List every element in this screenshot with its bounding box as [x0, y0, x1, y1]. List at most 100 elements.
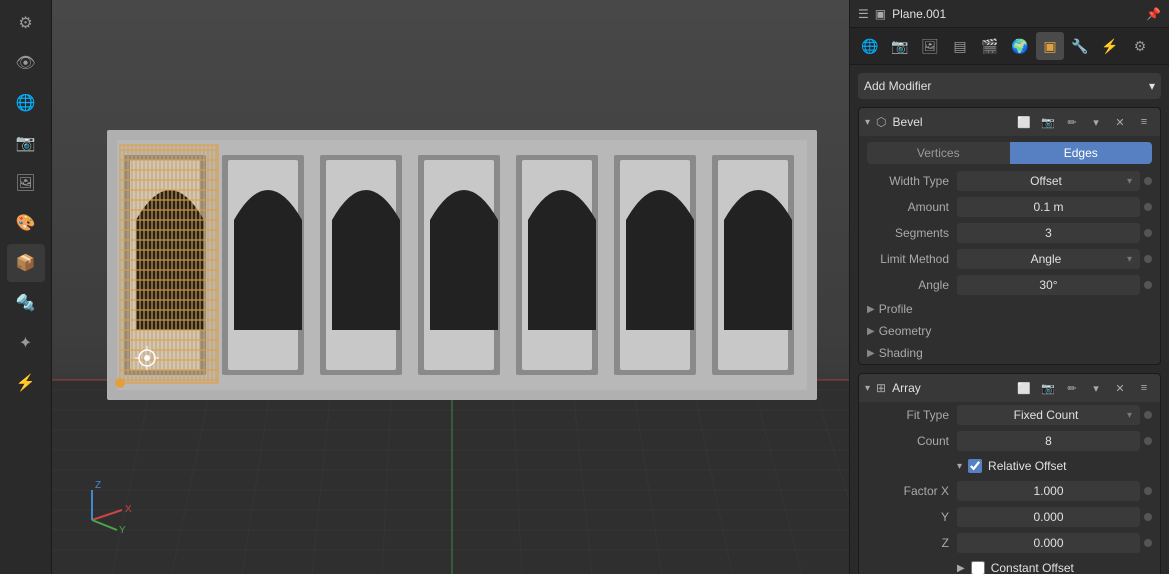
- world-prop-icon[interactable]: 🌍: [1006, 32, 1034, 60]
- limit-method-row: Limit Method Angle ▾: [859, 246, 1160, 272]
- add-modifier-button[interactable]: Add Modifier ▾: [858, 73, 1161, 99]
- bevel-edit-icon[interactable]: ✏: [1062, 112, 1082, 132]
- particle-icon[interactable]: ✦: [7, 324, 45, 362]
- geometry-section-header[interactable]: ▶ Geometry: [859, 320, 1160, 342]
- view-layer-icon[interactable]: ▤: [946, 32, 974, 60]
- render-prop-icon[interactable]: 📷: [886, 32, 914, 60]
- limit-method-label: Limit Method: [867, 252, 957, 266]
- scene-icon[interactable]: 🌐: [7, 84, 45, 122]
- width-type-dropdown-arrow: ▾: [1127, 176, 1132, 187]
- output-prop-icon[interactable]: 🖼: [916, 32, 944, 60]
- factor-z-dot[interactable]: [1144, 539, 1152, 547]
- factor-x-row: Factor X 1.000: [859, 478, 1160, 504]
- bevel-realtime-icon[interactable]: ⬜: [1014, 112, 1034, 132]
- fit-type-dot[interactable]: [1144, 411, 1152, 419]
- amount-label: Amount: [867, 200, 957, 214]
- edges-toggle[interactable]: Edges: [1010, 142, 1153, 164]
- array-dropdown-icon[interactable]: ▾: [1086, 378, 1106, 398]
- relative-offset-checkbox[interactable]: [968, 459, 982, 473]
- fit-type-value[interactable]: Fixed Count ▾: [957, 405, 1140, 425]
- shading-label: Shading: [879, 346, 923, 360]
- tools-icon[interactable]: ⚙: [7, 4, 45, 42]
- angle-value[interactable]: 30°: [957, 275, 1140, 295]
- factor-x-dot[interactable]: [1144, 487, 1152, 495]
- amount-dot[interactable]: [1144, 203, 1152, 211]
- bevel-modifier-block: ▾ ⬡ Bevel ⬜ 📷 ✏ ▾ ✕ ≡ Vertices Edges: [858, 107, 1161, 365]
- factor-z-row: Z 0.000: [859, 530, 1160, 556]
- angle-dot[interactable]: [1144, 281, 1152, 289]
- bevel-menu-icon[interactable]: ≡: [1134, 112, 1154, 132]
- count-row: Count 8: [859, 428, 1160, 454]
- scene-prop2-icon[interactable]: 🎬: [976, 32, 1004, 60]
- physics-prop-icon[interactable]: ⚙: [1126, 32, 1154, 60]
- bevel-modifier-name: Bevel: [893, 115, 1008, 129]
- factor-y-dot[interactable]: [1144, 513, 1152, 521]
- angle-label: Angle: [867, 278, 957, 292]
- count-label: Count: [867, 434, 957, 448]
- factor-z-value[interactable]: 0.000: [957, 533, 1140, 553]
- viewport[interactable]: X Y Z: [52, 0, 849, 574]
- bevel-close-icon[interactable]: ✕: [1110, 112, 1130, 132]
- geometry-arrow: ▶: [867, 326, 875, 337]
- array-edit-icon[interactable]: ✏: [1062, 378, 1082, 398]
- modifier-icon[interactable]: 🔩: [7, 284, 45, 322]
- segments-dot[interactable]: [1144, 229, 1152, 237]
- constant-offset-expand[interactable]: ▶: [957, 563, 965, 574]
- count-value[interactable]: 8: [957, 431, 1140, 451]
- panel-header: ☰ ▣ Plane.001 📌: [850, 0, 1169, 28]
- object-icon[interactable]: 📦: [7, 244, 45, 282]
- profile-arrow: ▶: [867, 304, 875, 315]
- render-icon[interactable]: 📷: [7, 124, 45, 162]
- width-type-dot[interactable]: [1144, 177, 1152, 185]
- paint-icon[interactable]: 🖼: [7, 164, 45, 202]
- array-modifier-header[interactable]: ▾ ⊞ Array ⬜ 📷 ✏ ▾ ✕ ≡: [859, 374, 1160, 402]
- fit-type-row: Fit Type Fixed Count ▾: [859, 402, 1160, 428]
- object-prop-icon[interactable]: ▣: [1036, 32, 1064, 60]
- factor-x-value[interactable]: 1.000: [957, 481, 1140, 501]
- modifier-prop-icon[interactable]: 🔧: [1066, 32, 1094, 60]
- constant-offset-checkbox[interactable]: [971, 561, 985, 574]
- limit-method-value[interactable]: Angle ▾: [957, 249, 1140, 269]
- array-modifier-block: ▾ ⊞ Array ⬜ 📷 ✏ ▾ ✕ ≡ Fit Type Fixed Cou…: [858, 373, 1161, 574]
- bevel-render-icon[interactable]: 📷: [1038, 112, 1058, 132]
- factor-y-label: Y: [867, 510, 957, 524]
- limit-method-dot[interactable]: [1144, 255, 1152, 263]
- constant-offset-label: Constant Offset: [991, 561, 1074, 574]
- array-modifier-icons: ⬜ 📷 ✏ ▾ ✕ ≡: [1014, 378, 1154, 398]
- material-icon[interactable]: 🎨: [7, 204, 45, 242]
- menu-icon[interactable]: ☰: [858, 7, 869, 21]
- particle-prop-icon[interactable]: ⚡: [1096, 32, 1124, 60]
- relative-offset-row: ▾ Relative Offset: [859, 454, 1160, 478]
- physics-icon[interactable]: ⚡: [7, 364, 45, 402]
- bevel-dropdown-icon[interactable]: ▾: [1086, 112, 1106, 132]
- view-icon[interactable]: 👁: [7, 44, 45, 82]
- vertices-toggle[interactable]: Vertices: [867, 142, 1010, 164]
- amount-value[interactable]: 0.1 m: [957, 197, 1140, 217]
- geometry-label: Geometry: [879, 324, 932, 338]
- plane-icon: ▣: [875, 7, 886, 21]
- array-close-icon[interactable]: ✕: [1110, 378, 1130, 398]
- array-realtime-icon[interactable]: ⬜: [1014, 378, 1034, 398]
- segments-label: Segments: [867, 226, 957, 240]
- profile-section-header[interactable]: ▶ Profile: [859, 298, 1160, 320]
- properties-icons-bar: 🌐 📷 🖼 ▤ 🎬 🌍 ▣ 🔧 ⚡ ⚙: [850, 28, 1169, 65]
- factor-y-value[interactable]: 0.000: [957, 507, 1140, 527]
- scene-prop-icon[interactable]: 🌐: [856, 32, 884, 60]
- shading-section-header[interactable]: ▶ Shading: [859, 342, 1160, 364]
- bevel-modifier-header[interactable]: ▾ ⬡ Bevel ⬜ 📷 ✏ ▾ ✕ ≡: [859, 108, 1160, 136]
- constant-offset-row: ▶ Constant Offset: [859, 556, 1160, 574]
- array-render-icon[interactable]: 📷: [1038, 378, 1058, 398]
- array-menu-icon[interactable]: ≡: [1134, 378, 1154, 398]
- factor-z-label: Z: [867, 536, 957, 550]
- svg-text:X: X: [125, 504, 132, 515]
- pin-icon[interactable]: 📌: [1146, 7, 1161, 21]
- amount-row: Amount 0.1 m: [859, 194, 1160, 220]
- count-dot[interactable]: [1144, 437, 1152, 445]
- factor-y-row: Y 0.000: [859, 504, 1160, 530]
- array-expand-arrow: ▾: [865, 383, 870, 394]
- relative-offset-label: Relative Offset: [988, 459, 1066, 473]
- width-type-value[interactable]: Offset ▾: [957, 171, 1140, 191]
- relative-offset-expand[interactable]: ▾: [957, 461, 962, 472]
- right-panel: ☰ ▣ Plane.001 📌 🌐 📷 🖼 ▤ 🎬 🌍 ▣ 🔧 ⚡ ⚙ Add …: [849, 0, 1169, 574]
- segments-value[interactable]: 3: [957, 223, 1140, 243]
